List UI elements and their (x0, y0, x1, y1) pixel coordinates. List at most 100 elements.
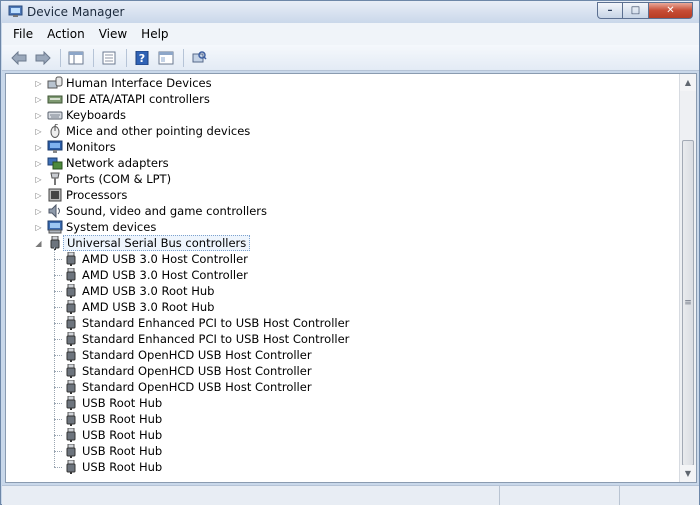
tree-category-row[interactable]: ▷ Ports (COM & LPT) (34, 171, 171, 187)
tree-device-row[interactable]: Standard Enhanced PCI to USB Host Contro… (59, 331, 349, 347)
forward-button[interactable] (32, 47, 54, 69)
title-bar[interactable]: Device Manager – □ ✕ (1, 1, 699, 23)
back-button[interactable] (8, 47, 30, 69)
menu-help[interactable]: Help (134, 25, 175, 43)
collapsed-triangle-icon[interactable]: ▷ (34, 207, 43, 216)
tree-category-label: Mice and other pointing devices (66, 124, 251, 138)
tree-category-row[interactable]: ▷ Keyboards (34, 107, 126, 123)
minimize-button[interactable]: – (597, 2, 623, 19)
collapsed-triangle-icon[interactable]: ▷ (34, 95, 43, 104)
ide-controller-icon (47, 92, 63, 106)
menu-view[interactable]: View (92, 25, 134, 43)
help-icon: ? (135, 50, 149, 65)
toolbar-separator (60, 48, 61, 67)
mouse-icon (47, 123, 63, 138)
collapsed-triangle-icon[interactable]: ▷ (34, 127, 43, 136)
toolbar-separator (126, 48, 127, 67)
scroll-up-button[interactable]: ▲ (680, 74, 696, 91)
status-pane-main (2, 486, 500, 505)
tree-device-label: USB Root Hub (82, 444, 163, 458)
usb-plug-icon (63, 411, 79, 426)
status-pane-2 (500, 486, 620, 505)
tree-device-row[interactable]: AMD USB 3.0 Root Hub (59, 299, 214, 315)
tree-device-row[interactable]: USB Root Hub (59, 427, 162, 443)
network-adapter-icon (47, 156, 63, 170)
collapsed-triangle-icon[interactable]: ▷ (34, 143, 43, 152)
device-manager-app-icon (8, 5, 23, 17)
usb-plug-icon (63, 315, 79, 330)
toolbar: ? (2, 45, 699, 71)
close-button[interactable]: ✕ (649, 2, 693, 19)
menu-bar: File Action View Help (2, 23, 699, 45)
tree-device-row[interactable]: USB Root Hub (59, 395, 162, 411)
svg-text:?: ? (139, 52, 145, 65)
tree-device-label: Standard OpenHCD USB Host Controller (82, 380, 312, 394)
vertical-scrollbar[interactable]: ▲ ≡ ▼ (679, 74, 696, 482)
back-arrow-icon (11, 50, 27, 65)
collapsed-triangle-icon[interactable]: ▷ (34, 175, 43, 184)
usb-plug-icon (63, 363, 79, 378)
tree-device-row[interactable]: Standard Enhanced PCI to USB Host Contro… (59, 315, 349, 331)
tree-category-row[interactable]: ▷ System devices (34, 219, 156, 235)
tree-device-row[interactable]: AMD USB 3.0 Root Hub (59, 283, 214, 299)
tree-category-label: Monitors (66, 140, 116, 154)
scan-hardware-button[interactable] (188, 47, 210, 69)
collapsed-triangle-icon[interactable]: ▷ (34, 111, 43, 120)
tree-device-label: Standard OpenHCD USB Host Controller (82, 364, 312, 378)
tree-category-row[interactable]: ◢ Universal Serial Bus controllers (34, 235, 251, 251)
tree-device-row[interactable]: Standard OpenHCD USB Host Controller (59, 363, 312, 379)
menu-action[interactable]: Action (40, 25, 92, 43)
tree-device-label: Standard Enhanced PCI to USB Host Contro… (82, 332, 350, 346)
tree-device-row[interactable]: Standard OpenHCD USB Host Controller (59, 379, 312, 395)
usb-plug-icon (63, 427, 79, 442)
tree-category-row[interactable]: ▷ Human Interface Devices (34, 75, 212, 91)
tree-device-row[interactable]: Standard OpenHCD USB Host Controller (59, 347, 312, 363)
caption-buttons: – □ ✕ (597, 2, 693, 19)
tree-category-label: Human Interface Devices (66, 76, 212, 90)
show-hide-tree-button[interactable] (65, 47, 87, 69)
tree-device-row[interactable]: USB Root Hub (59, 443, 162, 459)
tree-category-row[interactable]: ▷ Network adapters (34, 155, 169, 171)
tree-category-row[interactable]: ▷ Processors (34, 187, 127, 203)
tree-category-label: Keyboards (66, 108, 127, 122)
tree-device-row[interactable]: USB Root Hub (59, 411, 162, 427)
maximize-button[interactable]: □ (623, 2, 649, 19)
scroll-grip-icon: ≡ (684, 298, 692, 308)
usb-plug-icon (63, 267, 79, 282)
usb-plug-icon (63, 443, 79, 458)
device-tree[interactable]: ▷ Human Interface Devices ▷ IDE ATA/ATAPI c… (5, 73, 697, 483)
tree-category-row[interactable]: ▷ Sound, video and game controllers (34, 203, 267, 219)
tree-category-row[interactable]: ▷ Monitors (34, 139, 116, 155)
tree-category-label: Ports (COM & LPT) (66, 172, 172, 186)
scroll-thumb[interactable]: ≡ (682, 140, 694, 466)
scroll-down-button[interactable]: ▼ (680, 465, 696, 482)
collapsed-triangle-icon[interactable]: ▷ (34, 159, 43, 168)
tree-category-row[interactable]: ▷ IDE ATA/ATAPI controllers (34, 91, 210, 107)
tree-device-label: USB Root Hub (82, 460, 163, 474)
usb-plug-icon (63, 331, 79, 346)
help-button[interactable]: ? (131, 47, 153, 69)
monitor-icon (47, 140, 63, 154)
tree-device-row[interactable]: USB Root Hub (59, 459, 162, 475)
collapsed-triangle-icon[interactable]: ▷ (34, 191, 43, 200)
tree-category-row[interactable]: ▷ Mice and other pointing devices (34, 123, 250, 139)
port-icon (47, 172, 63, 186)
tree-device-label: USB Root Hub (82, 396, 163, 410)
collapsed-triangle-icon[interactable]: ▷ (34, 223, 43, 232)
menu-file[interactable]: File (6, 25, 40, 43)
tree-device-row[interactable]: AMD USB 3.0 Host Controller (59, 267, 248, 283)
tree-device-row[interactable]: AMD USB 3.0 Host Controller (59, 251, 248, 267)
tree-device-label: AMD USB 3.0 Host Controller (82, 252, 248, 266)
status-bar (2, 485, 699, 505)
tree-category-label: IDE ATA/ATAPI controllers (66, 92, 210, 106)
properties-button[interactable] (98, 47, 120, 69)
hid-icon (47, 76, 63, 90)
collapsed-triangle-icon[interactable]: ▷ (34, 79, 43, 88)
usb-plug-icon (63, 459, 79, 474)
usb-plug-icon (63, 347, 79, 362)
tree-category-label: Network adapters (66, 156, 169, 170)
expanded-triangle-icon[interactable]: ◢ (34, 239, 43, 248)
tree-category-label: Universal Serial Bus controllers (63, 235, 251, 251)
view-resources-button[interactable] (155, 47, 177, 69)
tree-device-label: USB Root Hub (82, 412, 163, 426)
